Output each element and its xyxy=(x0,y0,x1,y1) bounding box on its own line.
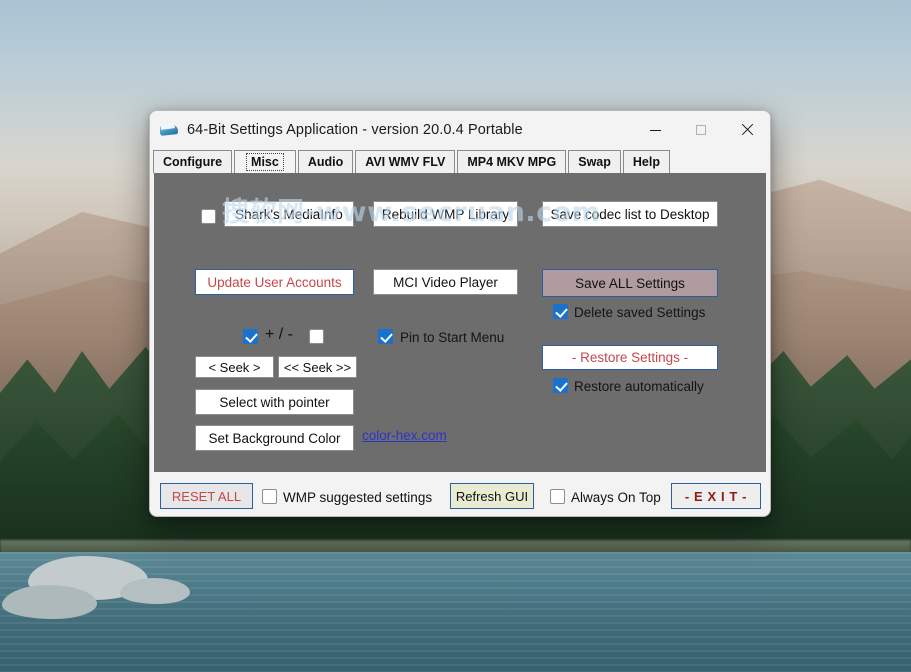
wallpaper-rock xyxy=(2,585,97,619)
update-user-accounts-button[interactable]: Update User Accounts xyxy=(195,269,354,295)
minimize-button[interactable] xyxy=(632,111,678,149)
tab-label: Configure xyxy=(163,155,223,169)
tab-strip: Configure Misc Audio AVI WMV FLV MP4 MKV… xyxy=(150,149,770,173)
tab-audio[interactable]: Audio xyxy=(297,150,354,173)
sharks-mediainfo-checkbox[interactable] xyxy=(201,209,216,224)
seek-single-button[interactable]: < Seek > xyxy=(195,356,274,378)
maximize-button[interactable] xyxy=(678,111,724,149)
seek-double-button[interactable]: << Seek >> xyxy=(278,356,357,378)
restore-automatically-label: Restore automatically xyxy=(574,379,704,394)
plus-minus-label: + / - xyxy=(265,326,294,343)
select-with-pointer-button[interactable]: Select with pointer xyxy=(195,389,354,415)
delete-saved-settings-checkbox[interactable] xyxy=(553,304,568,319)
always-on-top-label: Always On Top xyxy=(571,490,661,505)
app-icon xyxy=(160,122,178,138)
pin-to-start-menu-label: Pin to Start Menu xyxy=(400,330,505,345)
wmp-suggested-settings-checkbox[interactable] xyxy=(262,489,277,504)
tab-avi-wmv-flv[interactable]: AVI WMV FLV xyxy=(355,150,456,173)
tab-mp4-mkv-mpg[interactable]: MP4 MKV MPG xyxy=(457,150,567,173)
plus-checkbox[interactable] xyxy=(243,329,258,344)
color-hex-link[interactable]: color-hex.com xyxy=(362,428,447,443)
tab-label: Swap xyxy=(578,155,611,169)
exit-button[interactable]: - E X I T - xyxy=(671,483,761,509)
window-title: 64-Bit Settings Application - version 20… xyxy=(187,122,523,138)
delete-saved-settings-label: Delete saved Settings xyxy=(574,305,706,320)
refresh-gui-button[interactable]: Refresh GUI xyxy=(450,483,534,509)
tab-label: Audio xyxy=(307,155,344,169)
save-all-settings-button[interactable]: Save ALL Settings xyxy=(542,269,718,297)
tab-misc[interactable]: Misc xyxy=(234,150,296,173)
desktop-background: 64-Bit Settings Application - version 20… xyxy=(0,0,911,672)
reset-all-button[interactable]: RESET ALL xyxy=(160,483,253,509)
rebuild-wmp-library-button[interactable]: Rebuild WMP Library xyxy=(373,201,518,227)
settings-application-window: 64-Bit Settings Application - version 20… xyxy=(149,110,771,517)
bottom-toolbar: RESET ALL WMP suggested settings Refresh… xyxy=(150,472,770,516)
minus-checkbox[interactable] xyxy=(309,329,324,344)
close-icon xyxy=(741,124,753,136)
save-codec-list-button[interactable]: Save codec list to Desktop xyxy=(542,201,718,227)
tab-help[interactable]: Help xyxy=(622,150,670,173)
tab-label: Help xyxy=(632,155,660,169)
tab-label: AVI WMV FLV xyxy=(365,155,446,169)
restore-automatically-checkbox[interactable] xyxy=(553,378,568,393)
sharks-mediainfo-button[interactable]: Shark's MediaInfo xyxy=(224,201,354,227)
wallpaper-rock xyxy=(120,578,190,604)
maximize-icon xyxy=(696,125,706,135)
pin-to-start-menu-checkbox[interactable] xyxy=(378,329,393,344)
set-background-color-button[interactable]: Set Background Color xyxy=(195,425,354,451)
tab-label: MP4 MKV MPG xyxy=(467,155,557,169)
tab-swap[interactable]: Swap xyxy=(568,150,621,173)
tab-configure[interactable]: Configure xyxy=(153,150,233,173)
tab-label: Misc xyxy=(246,153,284,171)
window-titlebar: 64-Bit Settings Application - version 20… xyxy=(150,111,770,149)
close-button[interactable] xyxy=(724,111,770,149)
misc-settings-panel: Shark's MediaInfo Rebuild WMP Library Sa… xyxy=(154,173,766,472)
wmp-suggested-settings-label: WMP suggested settings xyxy=(283,490,433,505)
always-on-top-checkbox[interactable] xyxy=(550,489,565,504)
window-controls xyxy=(632,111,770,149)
mci-video-player-button[interactable]: MCI Video Player xyxy=(373,269,518,295)
restore-settings-button[interactable]: - Restore Settings - xyxy=(542,345,718,370)
minimize-icon xyxy=(649,129,661,131)
